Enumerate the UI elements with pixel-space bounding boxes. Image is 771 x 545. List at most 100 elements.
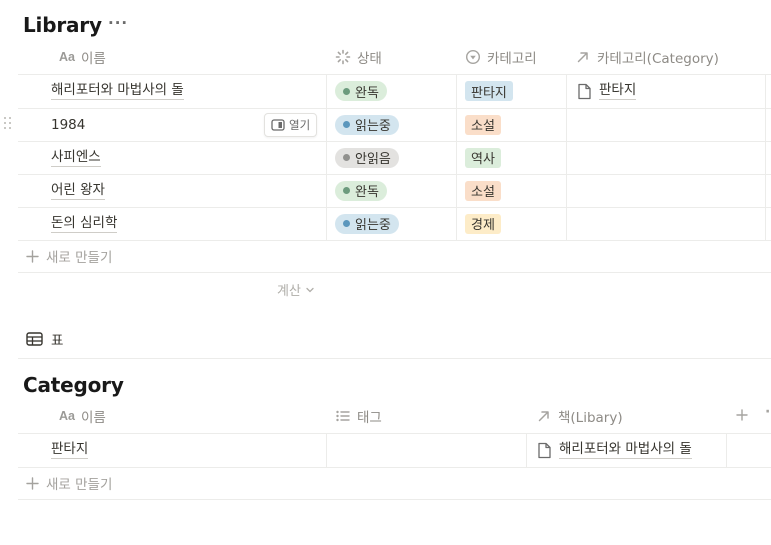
calculate-button[interactable]: 계산 bbox=[277, 280, 315, 299]
status-cell[interactable]: 읽는중 bbox=[335, 108, 399, 141]
more-options-icon[interactable]: ··· bbox=[108, 14, 128, 32]
column-header-tag[interactable]: 태그 bbox=[335, 399, 382, 433]
table-row-name[interactable]: 어린 왕자 bbox=[51, 174, 105, 207]
status-label: 안읽음 bbox=[355, 152, 391, 167]
status-label: 완독 bbox=[355, 185, 379, 200]
drag-handle-icon[interactable] bbox=[4, 117, 12, 131]
column-header-category-label: 카테고리 bbox=[487, 51, 537, 67]
select-icon bbox=[465, 49, 481, 65]
view-tab-label: 표 bbox=[51, 333, 64, 349]
new-row-label: 새로 만들기 bbox=[46, 250, 113, 266]
column-header-name-label: 이름 bbox=[80, 410, 106, 426]
status-badge: 읽는중 bbox=[335, 213, 399, 234]
table-row-name[interactable]: 돈의 심리학 bbox=[51, 207, 118, 240]
status-badge: 안읽음 bbox=[335, 147, 399, 168]
tag-cell[interactable] bbox=[327, 433, 526, 467]
side-peek-icon bbox=[271, 119, 285, 131]
table-row-name[interactable]: 사피엔스 bbox=[51, 141, 101, 174]
status-cell[interactable]: 완독 bbox=[335, 174, 387, 207]
page-icon bbox=[578, 83, 591, 99]
column-header-category-relation-label: 카테고리(Category) bbox=[597, 51, 719, 67]
new-row-button[interactable]: 새로 만들기 bbox=[26, 473, 112, 493]
section-divider bbox=[18, 358, 771, 359]
relation-arrow-icon bbox=[577, 52, 588, 63]
open-button-label: 열기 bbox=[289, 118, 311, 132]
status-label: 읽는중 bbox=[355, 119, 391, 134]
category-tag: 역사 bbox=[465, 147, 501, 168]
row-title: 어린 왕자 bbox=[51, 181, 105, 200]
row-title: 돈의 심리학 bbox=[51, 214, 118, 233]
row-divider bbox=[18, 240, 771, 241]
relation-cell[interactable] bbox=[567, 207, 765, 240]
open-button[interactable]: 열기 bbox=[264, 113, 318, 137]
column-header-status[interactable]: 상태 bbox=[335, 40, 382, 74]
column-divider bbox=[726, 433, 727, 467]
row-title: 판타지 bbox=[51, 441, 89, 459]
plus-icon bbox=[26, 476, 39, 490]
status-dot bbox=[343, 187, 350, 194]
row-divider bbox=[18, 467, 771, 468]
category-cell[interactable]: 판타지 bbox=[465, 74, 513, 108]
library-title: Library bbox=[23, 13, 102, 37]
table-icon bbox=[26, 332, 43, 346]
plus-icon bbox=[26, 249, 39, 263]
column-divider bbox=[765, 74, 766, 240]
status-dot bbox=[343, 154, 350, 161]
status-dot bbox=[343, 121, 350, 128]
text-type-icon: Aa bbox=[59, 409, 75, 423]
calculate-label: 계산 bbox=[277, 284, 301, 299]
category-cell[interactable]: 역사 bbox=[465, 141, 501, 174]
new-row-label: 새로 만들기 bbox=[46, 477, 113, 493]
status-cell[interactable]: 안읽음 bbox=[335, 141, 399, 174]
more-columns-icon[interactable]: · bbox=[765, 404, 771, 420]
status-dot bbox=[343, 87, 350, 95]
column-header-books-relation-label: 책(Libary) bbox=[558, 410, 623, 426]
status-badge: 완독 bbox=[335, 180, 387, 201]
column-header-tag-label: 태그 bbox=[357, 410, 382, 426]
text-type-icon: Aa bbox=[59, 50, 75, 64]
status-cell[interactable]: 읽는중 bbox=[335, 207, 399, 240]
view-tab-table[interactable]: 표 bbox=[26, 329, 63, 349]
relation-link[interactable]: 해리포터와 마법사의 돌 bbox=[559, 441, 692, 459]
category-tag: 소설 bbox=[465, 114, 501, 135]
books-relation-cell[interactable]: 해리포터와 마법사의 돌 bbox=[537, 433, 692, 467]
row-title: 해리포터와 마법사의 돌 bbox=[51, 82, 184, 100]
relation-link[interactable]: 판타지 bbox=[599, 82, 637, 100]
category-tag: 경제 bbox=[465, 213, 501, 234]
column-header-category[interactable]: 카테고리 bbox=[465, 40, 537, 74]
list-icon bbox=[336, 410, 350, 422]
relation-cell[interactable] bbox=[567, 141, 765, 174]
row-title: 사피엔스 bbox=[51, 148, 101, 167]
status-icon bbox=[335, 49, 351, 65]
column-divider bbox=[526, 433, 527, 467]
add-property-button[interactable] bbox=[735, 407, 749, 426]
column-header-category-relation[interactable]: 카테고리(Category) bbox=[575, 40, 719, 74]
column-divider bbox=[456, 74, 457, 240]
category-tag: 소설 bbox=[465, 180, 501, 201]
column-header-books-relation[interactable]: 책(Libary) bbox=[536, 399, 623, 433]
column-header-status-label: 상태 bbox=[357, 51, 382, 67]
status-badge: 완독 bbox=[335, 81, 387, 101]
chevron-down-icon bbox=[306, 287, 314, 292]
relation-cell[interactable] bbox=[567, 108, 765, 141]
status-label: 완독 bbox=[355, 85, 379, 101]
row-divider bbox=[18, 499, 771, 500]
row-title: 1984 bbox=[51, 116, 86, 133]
column-header-name-label: 이름 bbox=[80, 51, 106, 67]
status-cell[interactable]: 완독 bbox=[335, 74, 387, 108]
table-row-name[interactable]: 판타지 bbox=[51, 433, 89, 467]
page-icon bbox=[538, 442, 551, 458]
new-row-button[interactable]: 새로 만들기 bbox=[26, 246, 112, 266]
relation-cell[interactable] bbox=[567, 174, 765, 207]
relation-cell[interactable]: 판타지 bbox=[577, 74, 637, 108]
plus-icon bbox=[736, 409, 748, 421]
category-cell[interactable]: 경제 bbox=[465, 207, 501, 240]
column-header-name[interactable]: Aa 이름 bbox=[59, 399, 106, 433]
category-cell[interactable]: 소설 bbox=[465, 174, 501, 207]
column-header-name[interactable]: Aa 이름 bbox=[59, 40, 106, 74]
table-row-name[interactable]: 해리포터와 마법사의 돌 bbox=[51, 74, 184, 108]
table-row-name[interactable]: 1984 bbox=[51, 108, 85, 141]
category-cell[interactable]: 소설 bbox=[465, 108, 501, 141]
status-badge: 읽는중 bbox=[335, 114, 399, 135]
category-title: Category bbox=[23, 373, 124, 397]
